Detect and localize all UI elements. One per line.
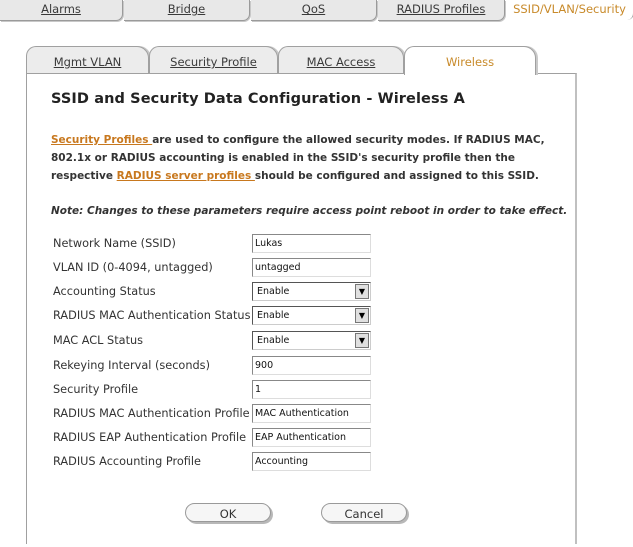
security-profile-label: Security Profile [53,383,139,396]
tab-alarms[interactable]: Alarms [0,0,123,21]
row-radius-accounting-profile: RADIUS Accounting Profile [53,452,383,472]
row-rekeying-interval: Rekeying Interval (seconds) [53,356,383,376]
accounting-status-label: Accounting Status [53,285,156,298]
description-text: Security Profiles are used to configure … [51,131,561,185]
tab-label: SSID/VLAN/Security [513,2,626,16]
selected-value: Enable [257,335,290,346]
tab-label: Security Profile [170,55,257,69]
radius-mac-auth-profile-label: RADIUS MAC Authentication Profile [53,407,250,420]
tab-ssid-vlan-security[interactable]: SSID/VLAN/Security [506,0,633,20]
tab-label: Alarms [41,2,81,16]
dropdown-arrow-icon[interactable]: ▼ [355,308,369,323]
tab-label: QoS [301,2,326,16]
subtab-mac-access[interactable]: MAC Access [278,46,404,73]
tab-qos[interactable]: QoS [251,0,377,21]
vlan-id-input[interactable] [252,258,371,277]
tab-label: Wireless [445,55,495,69]
tab-label: Mgmt VLAN [53,55,122,69]
row-ssid: Network Name (SSID) [53,234,383,254]
radius-accounting-profile-input[interactable] [252,452,371,471]
security-profiles-link[interactable]: Security Profiles [51,134,152,146]
row-radius-mac-auth-status: RADIUS MAC Authentication Status Enable … [53,306,383,326]
radius-eap-auth-profile-label: RADIUS EAP Authentication Profile [53,431,247,444]
tab-bridge[interactable]: Bridge [124,0,250,21]
selected-value: Enable [257,286,290,297]
row-radius-eap-auth-profile: RADIUS EAP Authentication Profile [53,428,383,448]
radius-accounting-profile-label: RADIUS Accounting Profile [53,455,201,468]
tab-label: MAC Access [306,55,376,69]
page-title: SSID and Security Data Configuration - W… [51,91,465,107]
vlan-id-label: VLAN ID (0-4094, untagged) [53,261,213,274]
row-security-profile: Security Profile [53,380,383,400]
radius-server-profiles-link[interactable]: RADIUS server profiles [117,170,255,182]
subtab-mgmt-vlan[interactable]: Mgmt VLAN [26,46,149,73]
tab-label: RADIUS Profiles [396,2,486,16]
subtab-wireless[interactable]: Wireless [404,46,536,75]
row-vlan-id: VLAN ID (0-4094, untagged) [53,258,383,278]
mac-acl-status-select[interactable]: Enable ▼ [252,331,371,350]
sub-tab-bar: Mgmt VLAN Security Profile MAC Access Wi… [26,46,586,75]
radius-mac-auth-profile-input[interactable] [252,404,371,423]
row-mac-acl-status: MAC ACL Status Enable ▼ [53,331,383,351]
tab-label: Bridge [167,2,206,16]
row-radius-mac-auth-profile: RADIUS MAC Authentication Profile [53,404,383,424]
rekeying-interval-input[interactable] [252,356,371,375]
dropdown-arrow-icon[interactable]: ▼ [355,284,369,299]
radius-mac-auth-status-select[interactable]: Enable ▼ [252,306,371,325]
row-accounting-status: Accounting Status Enable ▼ [53,282,383,302]
mac-acl-status-label: MAC ACL Status [53,334,144,347]
rekeying-interval-label: Rekeying Interval (seconds) [53,359,210,372]
selected-value: Enable [257,310,290,321]
top-tab-bar: Alarms Bridge QoS RADIUS Profiles SSID/V… [0,0,633,22]
radius-eap-auth-profile-input[interactable] [252,428,371,447]
dropdown-arrow-icon[interactable]: ▼ [355,333,369,348]
description-part2: should be configured and assigned to thi… [254,170,539,182]
radius-mac-auth-status-label: RADIUS MAC Authentication Status [53,309,251,322]
security-profile-input[interactable] [252,380,371,399]
cancel-button[interactable]: Cancel [321,503,407,522]
ssid-label: Network Name (SSID) [53,237,176,250]
tab-radius-profiles[interactable]: RADIUS Profiles [378,0,505,21]
ssid-input[interactable] [252,234,371,253]
reboot-note: Note: Changes to these parameters requir… [51,205,568,217]
accounting-status-select[interactable]: Enable ▼ [252,282,371,301]
ok-button[interactable]: OK [185,503,271,522]
subtab-security-profile[interactable]: Security Profile [149,46,278,73]
